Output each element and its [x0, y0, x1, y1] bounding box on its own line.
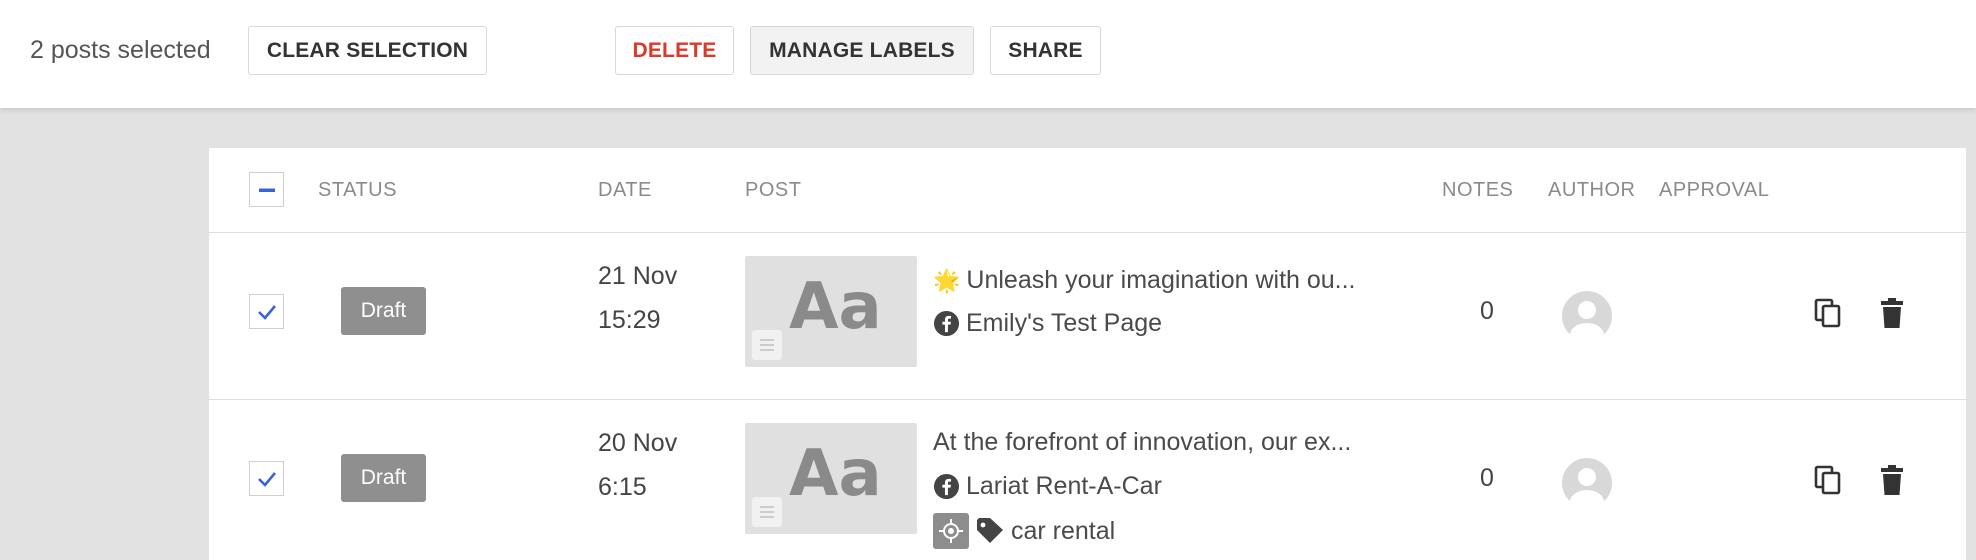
table-row[interactable]: Draft 21 Nov 15:29 Aa 🌟 Unleash your ima…	[209, 233, 1966, 400]
share-button[interactable]: SHARE	[990, 26, 1101, 75]
page-name: Lariat Rent-A-Car	[966, 472, 1162, 500]
copy-button[interactable]	[1812, 296, 1844, 330]
post-text[interactable]: At the forefront of innovation, our ex..…	[933, 428, 1351, 457]
facebook-icon	[933, 473, 960, 500]
post-thumbnail[interactable]: Aa	[745, 256, 917, 367]
posts-table: STATUS DATE POST NOTES AUTHOR APPROVAL D…	[209, 148, 1966, 560]
label-name[interactable]: car rental	[1011, 517, 1115, 546]
user-placeholder-icon	[1570, 468, 1604, 508]
facebook-icon	[933, 310, 960, 337]
notes-count[interactable]: 0	[1467, 464, 1507, 493]
post-thumbnail[interactable]: Aa	[745, 423, 917, 534]
post-date: 20 Nov 6:15	[598, 421, 677, 509]
delete-button[interactable]: DELETE	[615, 26, 734, 75]
table-header: STATUS DATE POST NOTES AUTHOR APPROVAL	[209, 148, 1966, 233]
thumbnail-text: Aa	[789, 270, 882, 344]
column-date[interactable]: DATE	[598, 179, 652, 202]
thumbnail-text: Aa	[789, 437, 882, 511]
copy-icon	[1814, 298, 1841, 328]
star-emoji: 🌟	[933, 267, 961, 293]
selection-count: 2 posts selected	[30, 36, 211, 64]
row-checkbox[interactable]	[249, 461, 284, 496]
post-date-time: 6:15	[598, 473, 647, 501]
trash-icon	[1881, 298, 1903, 328]
post-text-content: At the forefront of innovation, our ex..…	[933, 428, 1352, 456]
copy-button[interactable]	[1812, 463, 1844, 497]
check-icon	[257, 304, 276, 320]
author-avatar	[1562, 291, 1612, 341]
tag-icon	[975, 517, 1005, 545]
column-notes: NOTES	[1442, 179, 1514, 201]
user-placeholder-icon	[1570, 301, 1604, 341]
post-date: 21 Nov 15:29	[598, 254, 677, 342]
post-page: Emily's Test Page	[933, 309, 1162, 338]
post-date-time: 15:29	[598, 306, 661, 334]
post-date-day: 20 Nov	[598, 429, 678, 457]
selection-toolbar: 2 posts selected CLEAR SELECTION DELETE …	[0, 0, 1976, 108]
column-approval: APPROVAL	[1659, 179, 1770, 201]
target-icon	[933, 513, 969, 549]
status-badge: Draft	[341, 287, 426, 335]
post-date-day: 21 Nov	[598, 262, 678, 290]
table-row[interactable]: Draft 20 Nov 6:15 Aa At the forefront of…	[209, 400, 1966, 560]
row-checkbox[interactable]	[249, 294, 284, 329]
check-icon	[257, 471, 276, 487]
delete-row-button[interactable]	[1876, 463, 1908, 497]
column-post: POST	[745, 179, 802, 201]
post-text[interactable]: 🌟 Unleash your imagination with ou...	[933, 266, 1356, 295]
document-icon	[752, 330, 782, 360]
author-avatar	[1562, 458, 1612, 508]
status-badge: Draft	[341, 454, 426, 502]
minus-icon	[258, 188, 275, 192]
post-text-content: Unleash your imagination with ou...	[966, 266, 1356, 294]
post-page: Lariat Rent-A-Car	[933, 472, 1162, 501]
select-all-checkbox[interactable]	[249, 172, 284, 207]
delete-row-button[interactable]	[1876, 296, 1908, 330]
copy-icon	[1814, 465, 1841, 495]
manage-labels-button[interactable]: MANAGE LABELS	[750, 26, 974, 75]
column-status[interactable]: STATUS	[318, 179, 397, 202]
clear-selection-button[interactable]: CLEAR SELECTION	[248, 26, 487, 75]
post-labels: car rental	[933, 513, 1115, 549]
column-author: AUTHOR	[1548, 179, 1636, 201]
page-name: Emily's Test Page	[966, 309, 1163, 337]
document-icon	[752, 497, 782, 527]
notes-count[interactable]: 0	[1467, 297, 1507, 326]
trash-icon	[1881, 465, 1903, 495]
